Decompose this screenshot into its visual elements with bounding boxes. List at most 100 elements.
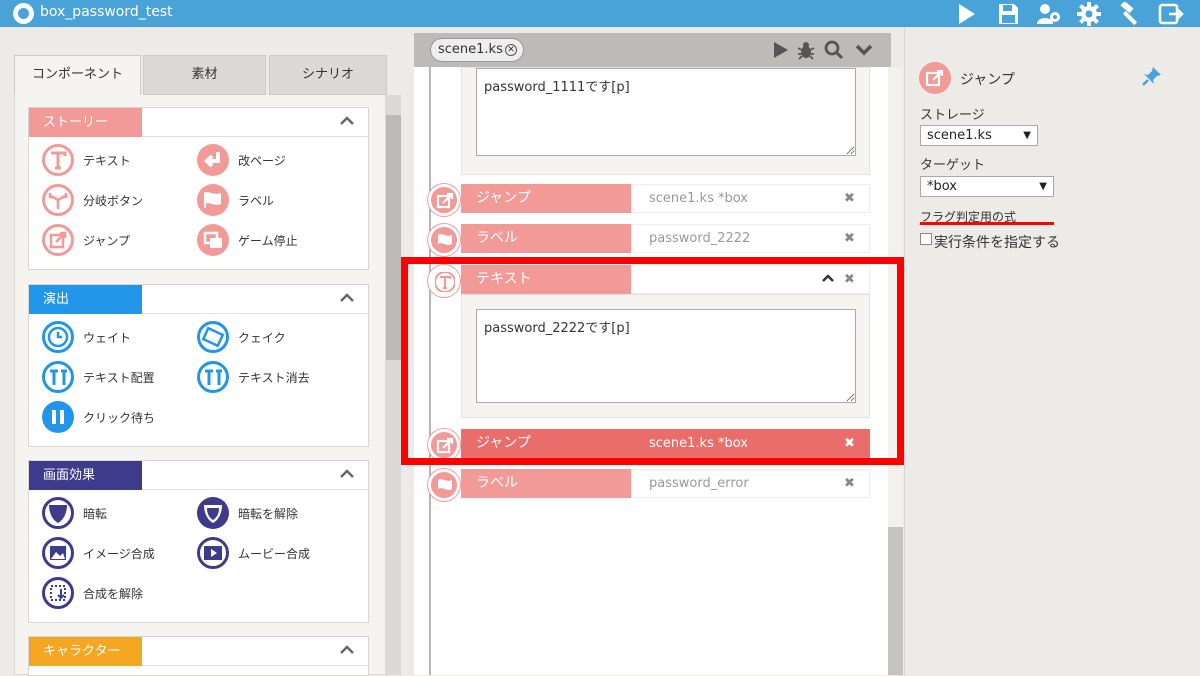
- center-scrollbar-thumb[interactable]: [888, 527, 903, 675]
- component-text-place[interactable]: テキスト配置: [42, 361, 192, 393]
- command-block-text[interactable]: テキスト ✖ password_2222です[p]: [461, 265, 870, 418]
- component-click-wait[interactable]: クリック待ち: [42, 401, 192, 433]
- delete-icon[interactable]: ✖: [844, 191, 856, 206]
- component-list: ストーリー テキスト 改ページ 分岐ボタン ラベル ジャンプ ゲーム停止 演出 …: [14, 95, 386, 676]
- storage-select[interactable]: scene1.ks ▼: [920, 125, 1038, 146]
- component-label: 合成を解除: [83, 587, 144, 601]
- condition-checkbox-label[interactable]: 実行条件を指定する: [934, 232, 1060, 252]
- component-label: ラベル: [238, 194, 275, 208]
- component-wait[interactable]: ウェイト: [42, 321, 192, 353]
- scenario-panel: scene1.ks ✕ password_1111です[p] ジャンプ scen…: [414, 33, 903, 675]
- component-label-item[interactable]: ラベル: [197, 184, 347, 216]
- component-jump[interactable]: ジャンプ: [42, 224, 192, 256]
- preview-play-icon[interactable]: [770, 40, 792, 60]
- component-fade-in[interactable]: 暗転を解除: [197, 497, 347, 529]
- release-composite-icon: [42, 577, 74, 609]
- chevron-down-icon[interactable]: [854, 40, 876, 60]
- chevron-up-icon[interactable]: [340, 293, 354, 305]
- component-label: 改ページ: [238, 154, 286, 168]
- center-scrollbar[interactable]: [888, 67, 903, 675]
- properties-title: ジャンプ: [960, 72, 1015, 88]
- component-movie-composite[interactable]: ムービー合成: [197, 537, 347, 569]
- save-icon[interactable]: [993, 0, 1023, 27]
- component-branch-button[interactable]: 分岐ボタン: [42, 184, 192, 216]
- delete-icon[interactable]: ✖: [844, 272, 856, 287]
- component-label: ゲーム停止: [238, 234, 298, 248]
- users-icon[interactable]: [1033, 0, 1063, 27]
- left-scrollbar-thumb[interactable]: [386, 115, 401, 360]
- jump-icon: [919, 62, 951, 94]
- delete-icon[interactable]: ✖: [844, 476, 856, 491]
- export-icon[interactable]: [1155, 0, 1185, 27]
- component-label: イメージ合成: [83, 547, 155, 561]
- text-content-field[interactable]: password_2222です[p]: [476, 309, 856, 403]
- block-title: ラベル: [461, 224, 631, 253]
- gear-icon[interactable]: [1074, 0, 1104, 27]
- title-bar: box_password_test: [0, 0, 1200, 27]
- chevron-up-icon[interactable]: [340, 116, 354, 128]
- component-game-stop[interactable]: ゲーム停止: [197, 224, 347, 256]
- pin-icon[interactable]: [1141, 65, 1163, 87]
- delete-icon[interactable]: ✖: [844, 436, 856, 451]
- condition-checkbox[interactable]: [920, 233, 932, 245]
- group-screen-effects-header: 画面効果: [29, 461, 368, 490]
- close-tab-icon[interactable]: ✕: [505, 44, 517, 56]
- timeline-node: [428, 429, 460, 461]
- hammer-icon[interactable]: [1115, 0, 1145, 27]
- quake-icon: [197, 321, 229, 353]
- group-character-header: キャラクター: [29, 637, 368, 666]
- component-text-clear[interactable]: テキスト消去: [197, 361, 347, 393]
- scene-tab-bar: scene1.ks ✕: [414, 33, 891, 67]
- debug-bug-icon[interactable]: [796, 40, 818, 60]
- timeline-node: [428, 224, 460, 256]
- block-value: scene1.ks *box: [631, 184, 870, 213]
- command-block-label[interactable]: ラベル password_2222 ✖: [461, 224, 870, 253]
- block-value: scene1.ks *box: [631, 429, 870, 458]
- collapse-chevron-icon[interactable]: [822, 272, 834, 286]
- block-title: ジャンプ: [461, 184, 631, 213]
- app-logo-icon: [13, 3, 34, 24]
- command-block-jump[interactable]: ジャンプ scene1.ks *box ✖: [461, 184, 870, 213]
- block-title: ジャンプ: [461, 429, 631, 458]
- play-icon[interactable]: [951, 0, 981, 27]
- target-select[interactable]: *box ▼: [920, 176, 1054, 197]
- storage-label: ストレージ: [920, 108, 985, 123]
- left-tabs: コンポーネント 素材 シナリオ: [14, 55, 401, 95]
- image-composite-icon: [42, 537, 74, 569]
- component-image-composite[interactable]: イメージ合成: [42, 537, 192, 569]
- component-newpage[interactable]: 改ページ: [197, 144, 347, 176]
- component-panel: コンポーネント 素材 シナリオ ストーリー テキスト 改ページ 分岐ボタン ラベ…: [14, 55, 401, 676]
- component-label: 分岐ボタン: [83, 194, 144, 208]
- group-title: 画面効果: [29, 461, 142, 490]
- text-place-icon: [42, 361, 74, 393]
- component-label: 暗転を解除: [238, 507, 299, 521]
- component-release-composite[interactable]: 合成を解除: [42, 577, 192, 609]
- target-value: *box: [927, 179, 957, 194]
- component-text[interactable]: テキスト: [42, 144, 192, 176]
- search-icon[interactable]: [824, 40, 846, 60]
- scene-tab-label: scene1.ks: [438, 42, 503, 57]
- component-quake[interactable]: クェイク: [197, 321, 347, 353]
- tab-components[interactable]: コンポーネント: [14, 55, 141, 95]
- text-content-field[interactable]: password_1111です[p]: [476, 68, 856, 156]
- command-block-jump-selected[interactable]: ジャンプ scene1.ks *box ✖: [461, 429, 870, 458]
- command-block-label[interactable]: ラベル password_error ✖: [461, 469, 870, 498]
- component-fade-out[interactable]: 暗転: [42, 497, 192, 529]
- component-label: テキスト配置: [83, 371, 155, 385]
- tab-scenario[interactable]: シナリオ: [269, 55, 387, 95]
- component-label: テキスト消去: [238, 371, 310, 385]
- scene-tab[interactable]: scene1.ks ✕: [430, 38, 524, 62]
- chevron-up-icon[interactable]: [340, 469, 354, 481]
- block-title: テキスト: [461, 265, 631, 294]
- text-block-body: password_1111です[p]: [461, 67, 870, 175]
- chevron-up-icon[interactable]: [340, 645, 354, 657]
- flag-icon: [197, 184, 229, 216]
- dropdown-arrow-icon: ▼: [1039, 181, 1047, 192]
- left-scrollbar[interactable]: [386, 95, 401, 675]
- tab-materials[interactable]: 素材: [143, 55, 266, 95]
- group-title: キャラクター: [29, 637, 142, 666]
- stop-game-icon: [197, 224, 229, 256]
- group-effects: 演出 ウェイト クェイク テキスト配置 テキスト消去 クリック待ち: [28, 284, 369, 447]
- delete-icon[interactable]: ✖: [844, 231, 856, 246]
- pause-icon: [42, 401, 74, 433]
